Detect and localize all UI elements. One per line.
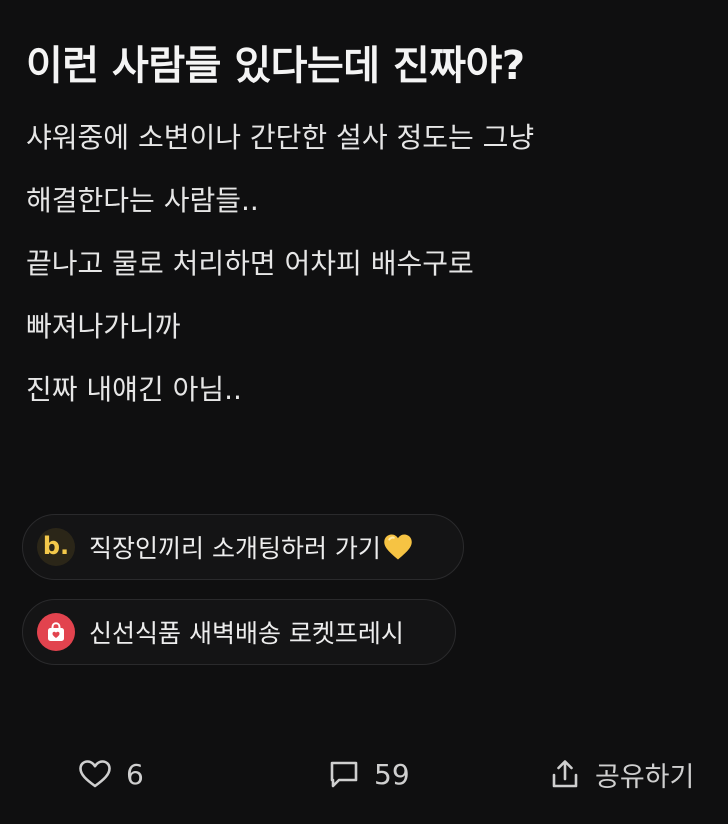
promo-link-rocket-fresh[interactable]: 신선식품 새벽배송 로켓프레시 bbox=[22, 599, 456, 665]
post-action-bar: 6 59 공유하기 bbox=[0, 752, 728, 796]
share-label: 공유하기 bbox=[595, 761, 695, 793]
promo-label: 직장인끼리 소개팅하러 가기 bbox=[89, 534, 381, 563]
post-body-line: 진짜 내얘긴 아님.. bbox=[26, 373, 242, 406]
heart-icon bbox=[78, 759, 112, 789]
like-count: 6 bbox=[126, 757, 144, 791]
post-body-line: 빠져나가니까 bbox=[26, 310, 181, 343]
share-button[interactable]: 공유하기 bbox=[549, 752, 694, 796]
shopping-bag-icon bbox=[37, 613, 75, 651]
post-body-line: 끝나고 물로 처리하면 어차피 배수구로 bbox=[26, 247, 474, 280]
post-title: 이런 사람들 있다는데 진짜야? bbox=[26, 43, 525, 89]
promo-text-wrap: 직장인끼리 소개팅하러 가기 bbox=[89, 529, 413, 565]
promo-text-wrap: 신선식품 새벽배송 로켓프레시 bbox=[89, 614, 404, 650]
b-logo-text: b. bbox=[42, 531, 70, 560]
like-button[interactable]: 6 bbox=[78, 752, 144, 796]
comment-icon bbox=[328, 759, 360, 789]
yellow-heart-icon bbox=[383, 533, 413, 561]
comment-count: 59 bbox=[374, 757, 410, 791]
promo-link-blind-dating[interactable]: b. 직장인끼리 소개팅하러 가기 bbox=[22, 514, 464, 580]
post-body-line: 샤워중에 소변이나 간단한 설사 정도는 그냥 bbox=[26, 121, 535, 154]
promo-label: 신선식품 새벽배송 로켓프레시 bbox=[89, 619, 404, 648]
comment-button[interactable]: 59 bbox=[328, 752, 410, 796]
post-body-line: 해결한다는 사람들.. bbox=[26, 184, 259, 217]
b-logo-icon: b. bbox=[37, 528, 75, 566]
share-icon bbox=[549, 758, 581, 790]
post-body: 샤워중에 소변이나 간단한 설사 정도는 그냥 해결한다는 사람들.. 끝나고 … bbox=[26, 114, 706, 429]
